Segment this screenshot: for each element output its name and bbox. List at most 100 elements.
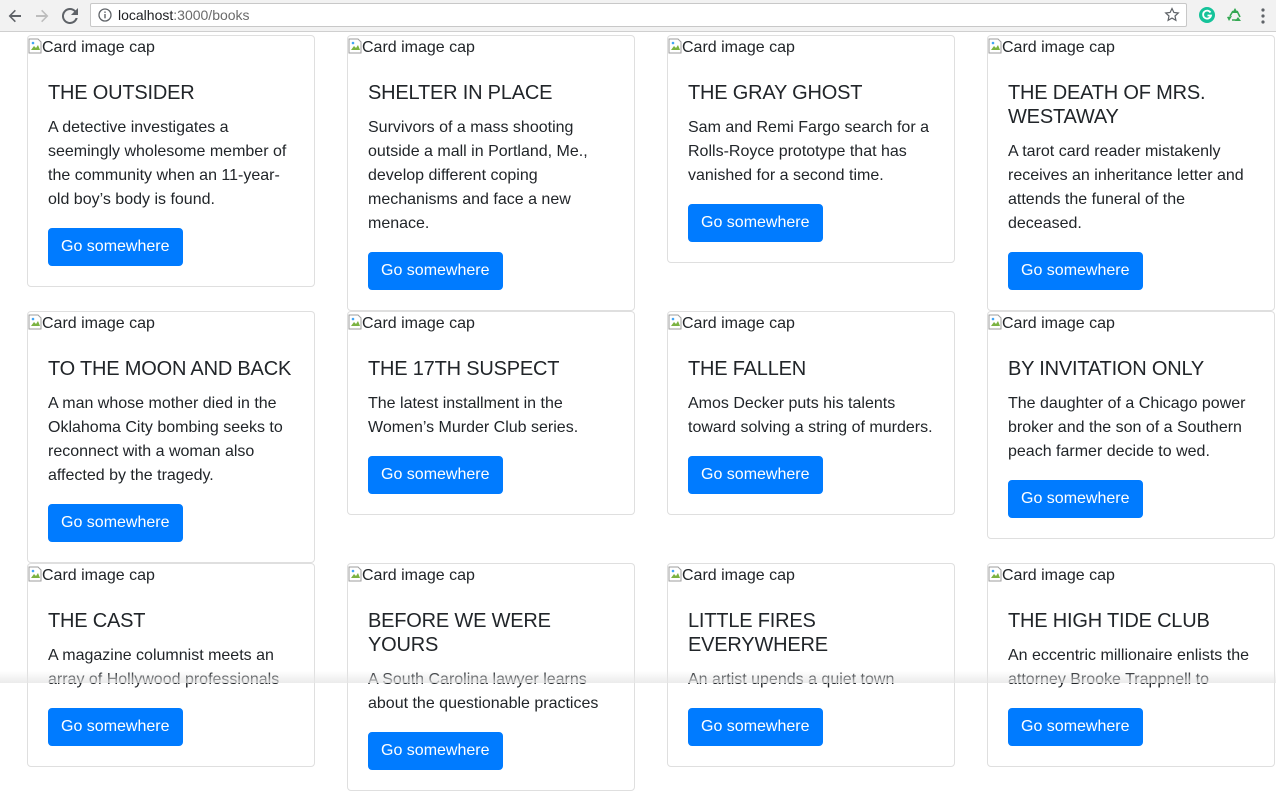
card-image: Card image cap xyxy=(668,36,954,61)
card-image-alt-text: Card image cap xyxy=(1002,567,1115,584)
go-somewhere-button[interactable]: Go somewhere xyxy=(1008,252,1143,290)
info-icon[interactable] xyxy=(98,8,112,22)
card-image: Card image cap xyxy=(988,36,1274,61)
go-somewhere-button[interactable]: Go somewhere xyxy=(368,252,503,290)
go-somewhere-button[interactable]: Go somewhere xyxy=(368,456,503,494)
card-image-alt-text: Card image cap xyxy=(682,567,795,584)
card-image-alt-text: Card image cap xyxy=(42,315,155,332)
go-somewhere-button[interactable]: Go somewhere xyxy=(1008,708,1143,746)
go-somewhere-button[interactable]: Go somewhere xyxy=(48,708,183,746)
book-card-7: Card image cap THE FALLEN Amos Decker pu… xyxy=(667,311,955,515)
book-title: THE FALLEN xyxy=(688,358,807,380)
book-title: BY INVITATION ONLY xyxy=(1008,358,1205,380)
browser-menu-icon[interactable] xyxy=(1260,7,1266,25)
go-somewhere-button[interactable]: Go somewhere xyxy=(48,504,183,542)
book-card-9: Card image cap THE CAST A magazine colum… xyxy=(27,563,315,767)
card-image-alt-text: Card image cap xyxy=(362,567,475,584)
broken-image-icon xyxy=(28,566,42,582)
back-arrow-icon xyxy=(8,9,21,23)
card-body: BY INVITATION ONLY The daughter of a Chi… xyxy=(988,337,1274,538)
forward-arrow-icon xyxy=(36,9,49,23)
book-title: LITTLE FIRES EVERYWHERE xyxy=(688,610,828,656)
card-body: THE FALLEN Amos Decker puts his talents … xyxy=(668,337,954,514)
card-image-alt-text: Card image cap xyxy=(1002,315,1115,332)
book-description: The daughter of a Chicago power broker a… xyxy=(1008,395,1246,460)
forward-button[interactable] xyxy=(31,5,53,27)
book-description: A magazine columnist meets an array of H… xyxy=(48,647,279,688)
card-image: Card image cap xyxy=(28,36,314,61)
book-title: THE HIGH TIDE CLUB xyxy=(1008,610,1210,632)
address-bar[interactable]: localhost:3000/books xyxy=(90,3,1187,27)
broken-image-icon xyxy=(348,566,362,582)
book-description: A man whose mother died in the Oklahoma … xyxy=(48,395,283,484)
card-image-alt-text: Card image cap xyxy=(362,39,475,56)
book-card-2: Card image cap SHELTER IN PLACE Survivor… xyxy=(347,35,635,311)
card-body: THE GRAY GHOST Sam and Remi Fargo search… xyxy=(668,61,954,262)
broken-image-icon xyxy=(988,566,1002,582)
card-image: Card image cap xyxy=(988,312,1274,337)
card-body: THE OUTSIDER A detective investigates a … xyxy=(28,61,314,286)
card-image: Card image cap xyxy=(28,564,314,589)
back-button[interactable] xyxy=(4,5,26,27)
book-description: The latest installment in the Women’s Mu… xyxy=(368,395,579,436)
broken-image-icon xyxy=(988,38,1002,54)
card-image-alt-text: Card image cap xyxy=(682,315,795,332)
go-somewhere-button[interactable]: Go somewhere xyxy=(368,732,503,770)
book-description: Survivors of a mass shooting outside a m… xyxy=(368,119,588,232)
go-somewhere-button[interactable]: Go somewhere xyxy=(688,708,823,746)
book-description: A tarot card reader mistakenly receives … xyxy=(1008,143,1244,232)
card-body: TO THE MOON AND BACK A man whose mother … xyxy=(28,337,314,562)
book-title: THE OUTSIDER xyxy=(48,82,195,104)
grammarly-extension-icon[interactable] xyxy=(1198,6,1216,24)
book-title: BEFORE WE WERE YOURS xyxy=(368,610,551,656)
book-card-3: Card image cap THE GRAY GHOST Sam and Re… xyxy=(667,35,955,263)
book-card-6: Card image cap THE 17TH SUSPECT The late… xyxy=(347,311,635,515)
bookmark-star-icon[interactable] xyxy=(1164,7,1180,23)
recycle-extension-icon[interactable] xyxy=(1226,6,1244,24)
book-card-8: Card image cap BY INVITATION ONLY The da… xyxy=(987,311,1275,539)
book-description: Sam and Remi Fargo search for a Rolls-Ro… xyxy=(688,119,929,184)
go-somewhere-button[interactable]: Go somewhere xyxy=(688,204,823,242)
book-card-11: Card image cap LITTLE FIRES EVERYWHERE A… xyxy=(667,563,955,767)
card-image-alt-text: Card image cap xyxy=(362,315,475,332)
card-body: THE 17TH SUSPECT The latest installment … xyxy=(348,337,634,514)
broken-image-icon xyxy=(668,38,682,54)
card-image: Card image cap xyxy=(988,564,1274,589)
card-image: Card image cap xyxy=(348,36,634,61)
browser-toolbar: localhost:3000/books xyxy=(0,0,1276,32)
go-somewhere-button[interactable]: Go somewhere xyxy=(48,228,183,266)
card-image: Card image cap xyxy=(348,564,634,589)
book-card-4: Card image cap THE DEATH OF MRS. WESTAWA… xyxy=(987,35,1275,311)
book-title: THE GRAY GHOST xyxy=(688,82,863,104)
scroll-shadow xyxy=(0,671,1276,683)
book-title: TO THE MOON AND BACK xyxy=(48,358,292,380)
url-path: :3000/books xyxy=(173,7,250,23)
broken-image-icon xyxy=(28,314,42,330)
card-image-alt-text: Card image cap xyxy=(42,567,155,584)
book-title: THE 17TH SUSPECT xyxy=(368,358,560,380)
card-image-alt-text: Card image cap xyxy=(682,39,795,56)
broken-image-icon xyxy=(348,314,362,330)
book-title: SHELTER IN PLACE xyxy=(368,82,553,104)
card-body: BEFORE WE WERE YOURS A South Carolina la… xyxy=(348,589,634,790)
broken-image-icon xyxy=(348,38,362,54)
book-card-5: Card image cap TO THE MOON AND BACK A ma… xyxy=(27,311,315,563)
card-body: SHELTER IN PLACE Survivors of a mass sho… xyxy=(348,61,634,310)
book-title: THE DEATH OF MRS. WESTAWAY xyxy=(1008,82,1206,128)
reload-icon xyxy=(62,8,78,24)
card-image: Card image cap xyxy=(348,312,634,337)
broken-image-icon xyxy=(988,314,1002,330)
go-somewhere-button[interactable]: Go somewhere xyxy=(1008,480,1143,518)
book-card-1: Card image cap THE OUTSIDER A detective … xyxy=(27,35,315,287)
book-description: A detective investigates a seemingly who… xyxy=(48,119,287,208)
card-image-alt-text: Card image cap xyxy=(42,39,155,56)
broken-image-icon xyxy=(668,314,682,330)
book-description: An eccentric millionaire enlists the att… xyxy=(1008,647,1249,688)
url-text: localhost:3000/books xyxy=(118,7,250,23)
reload-button[interactable] xyxy=(59,5,81,27)
card-body: THE DEATH OF MRS. WESTAWAY A tarot card … xyxy=(988,61,1274,310)
go-somewhere-button[interactable]: Go somewhere xyxy=(688,456,823,494)
card-image-alt-text: Card image cap xyxy=(1002,39,1115,56)
book-title: THE CAST xyxy=(48,610,146,632)
book-card-12: Card image cap THE HIGH TIDE CLUB An ecc… xyxy=(987,563,1275,767)
